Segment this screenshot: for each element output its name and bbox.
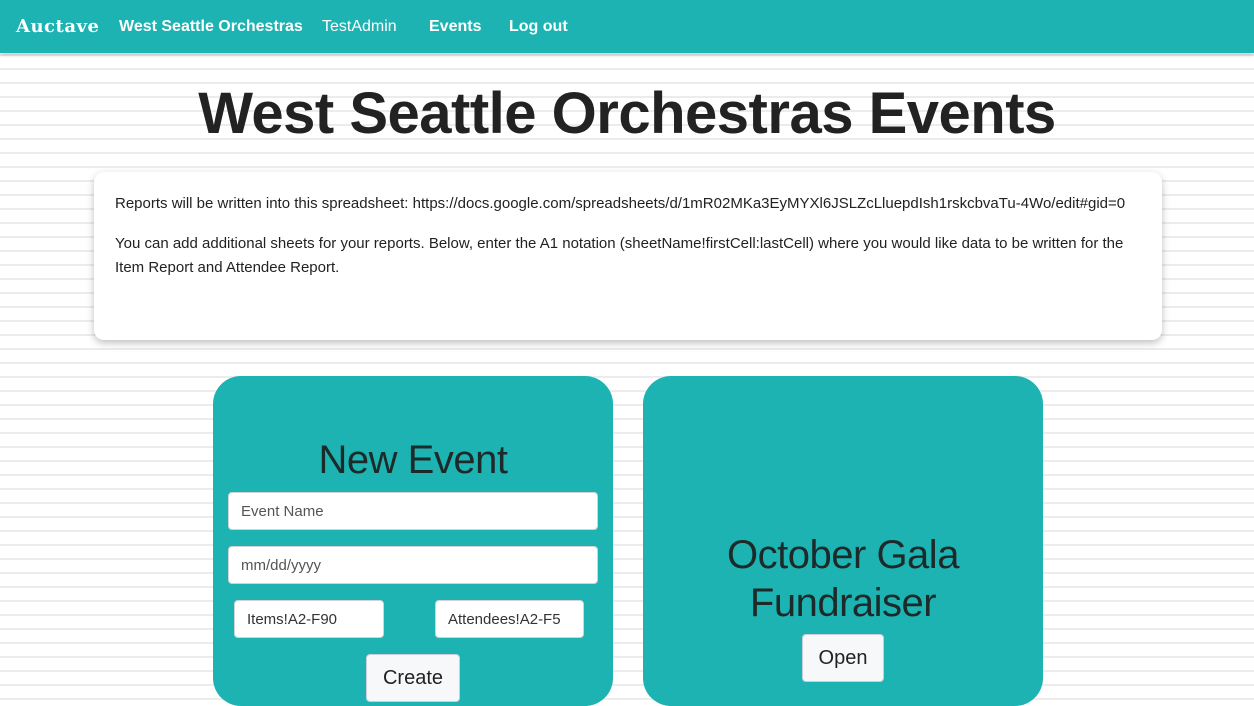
info-card: Reports will be written into this spread… — [94, 172, 1162, 340]
nav-link-events[interactable]: Events — [429, 18, 481, 36]
items-range-input[interactable] — [234, 600, 384, 638]
create-event-button[interactable]: Create — [366, 654, 460, 702]
new-event-card: New Event Create — [213, 376, 613, 706]
nav-link-logout[interactable]: Log out — [509, 18, 568, 36]
attendees-range-input[interactable] — [435, 600, 584, 638]
brand-logo[interactable]: Auctave — [16, 16, 99, 37]
new-event-title: New Event — [318, 438, 508, 482]
event-title: October Gala Fundraiser — [727, 533, 959, 625]
open-event-button[interactable]: Open — [802, 634, 884, 682]
a1-notation-info-text: You can add additional sheets for your r… — [115, 235, 1124, 276]
event-name-input[interactable] — [228, 492, 598, 530]
spreadsheet-info-text: Reports will be written into this spread… — [115, 195, 1126, 212]
page-title: West Seattle Orchestras Events — [198, 81, 1056, 146]
event-card[interactable]: October Gala Fundraiser Open — [643, 376, 1043, 706]
top-navbar: Auctave West Seattle Orchestras TestAdmi… — [0, 0, 1254, 53]
event-date-input[interactable] — [228, 546, 598, 584]
nav-link-user[interactable]: TestAdmin — [322, 18, 397, 36]
nav-link-organization[interactable]: West Seattle Orchestras — [119, 18, 303, 36]
